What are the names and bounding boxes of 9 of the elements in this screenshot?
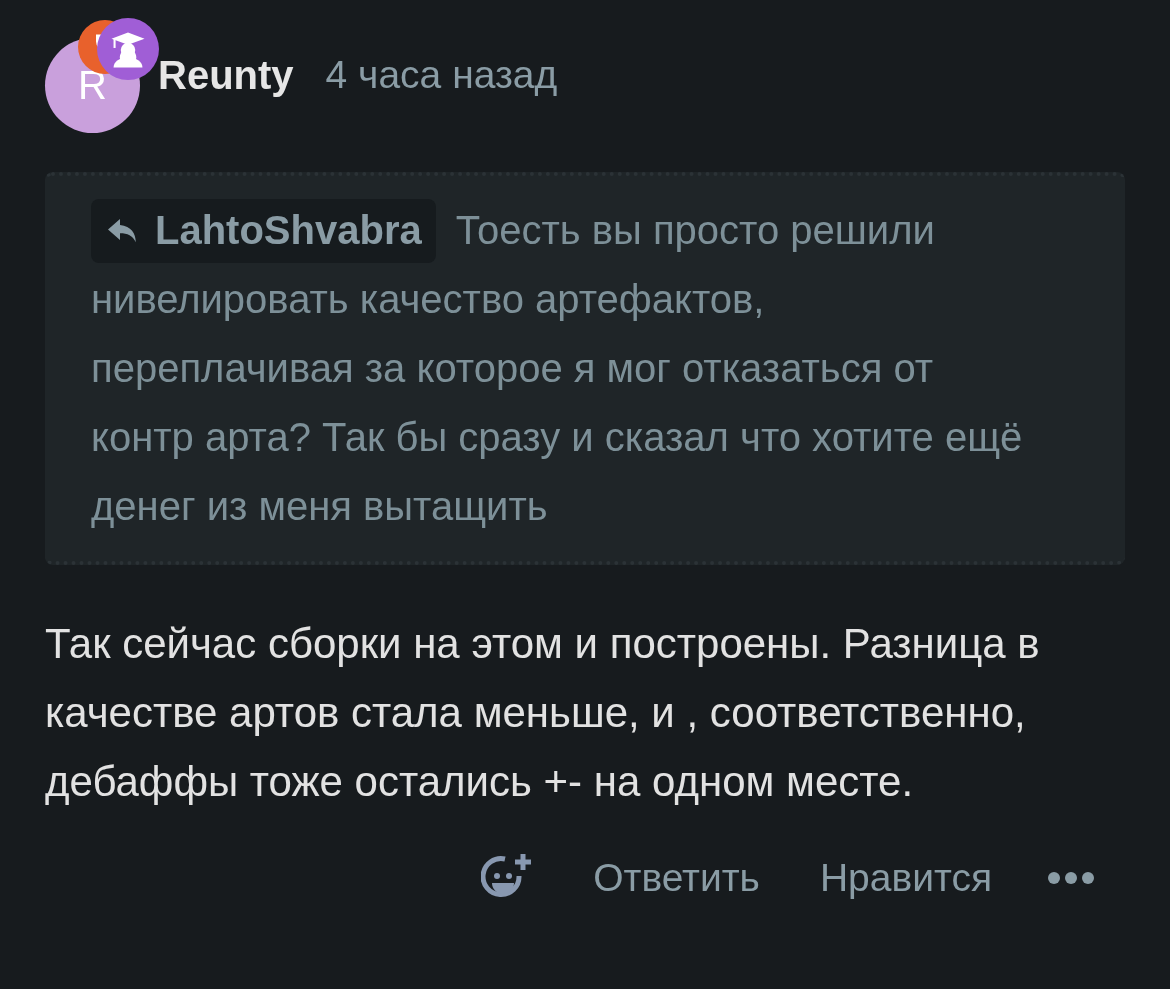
action-link[interactable]: Ответить [593, 856, 760, 900]
action-link[interactable]: Нравится [819, 856, 992, 900]
more-icon[interactable] [1047, 871, 1095, 885]
quoted-author-link[interactable]: LahtoShvabra [91, 198, 436, 263]
quote-text: нивелировать качество артефактов, переплачивая за которое я мог отказаться от контр арта? Так бы сразу и сказал что хотите ещё денег из меня вытащить [91, 276, 1024, 530]
comment-time: 4 часа назад [325, 53, 558, 97]
comment-text: Так сейчас сборки на этом и построены. Разница в качестве артов стала меньше, и , соответственно, дебаффы тоже остались +- на одном месте. [45, 619, 1041, 807]
quote-text: Тоесть вы просто решили [455, 207, 935, 254]
author-name[interactable]: Reunty [158, 52, 294, 98]
